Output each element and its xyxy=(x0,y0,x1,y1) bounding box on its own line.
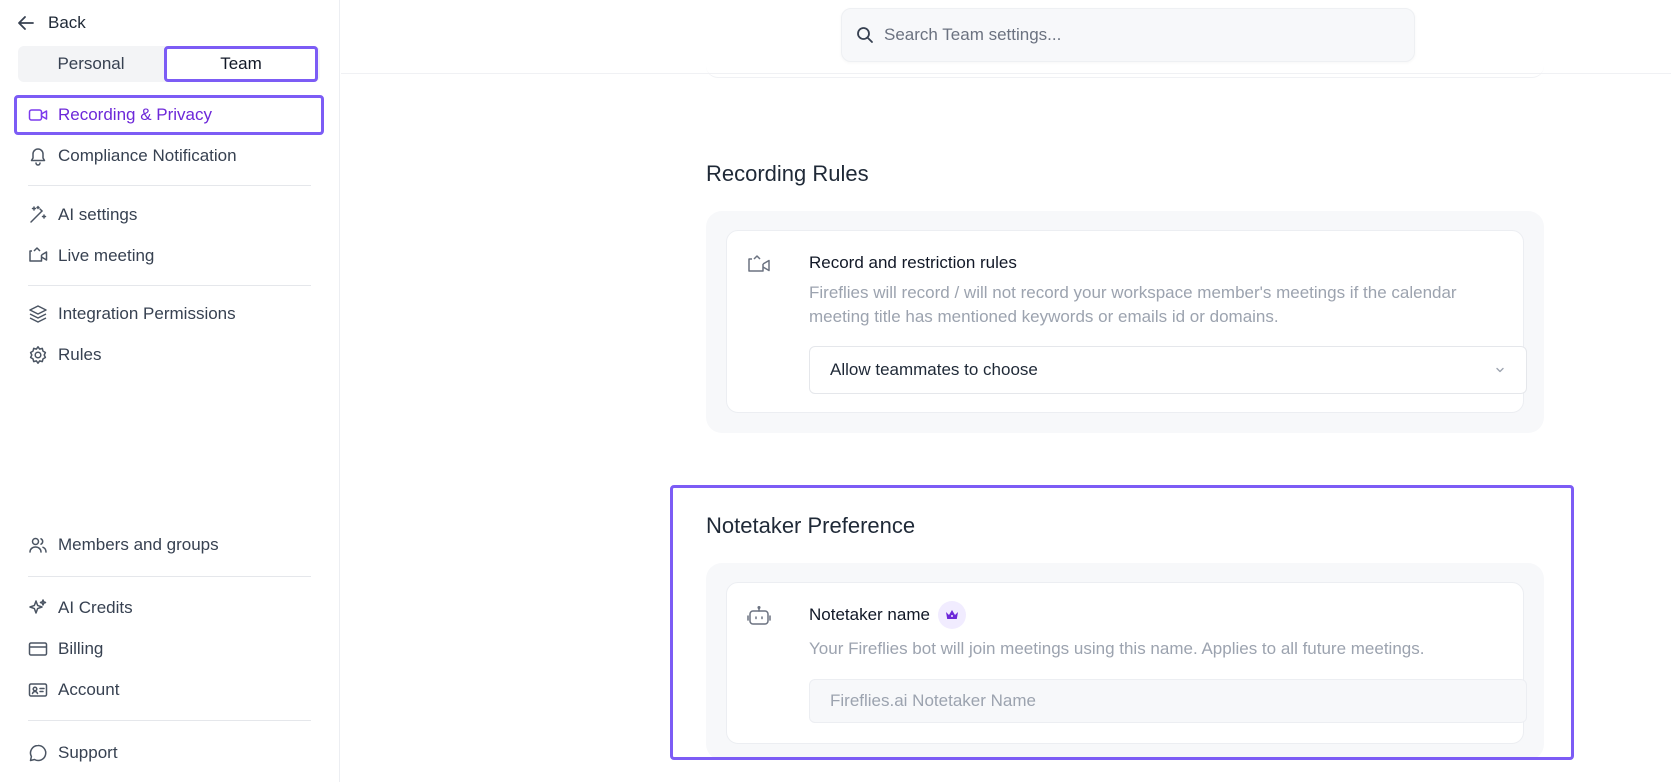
recording-rules-title: Recording Rules xyxy=(706,161,869,186)
record-restriction-description: Fireflies will record / will not record … xyxy=(809,283,1457,326)
tab-team[interactable]: Team xyxy=(164,46,318,82)
sidebar-divider xyxy=(28,285,311,286)
robot-icon xyxy=(747,605,771,627)
chat-bubble-icon xyxy=(28,743,48,763)
sparkle-icon xyxy=(28,598,48,618)
settings-scope-tabs: Personal Team xyxy=(18,46,320,82)
notetaker-name-input[interactable] xyxy=(809,679,1527,723)
sidebar-item-label: Integration Permissions xyxy=(58,304,236,323)
sidebar-item-compliance-notification[interactable]: Compliance Notification xyxy=(14,136,324,176)
sidebar-item-label: Recording & Privacy xyxy=(58,105,213,124)
live-video-icon xyxy=(28,246,48,266)
sidebar-item-label: AI settings xyxy=(58,205,138,224)
sidebar-item-billing[interactable]: Billing xyxy=(14,629,324,669)
app-window: Back Personal Team Recording & Privacy C… xyxy=(0,0,1671,782)
sidebar-item-label: Members and groups xyxy=(58,535,219,554)
premium-badge xyxy=(937,601,966,629)
video-camera-icon xyxy=(28,105,48,125)
record-restriction-card: Record and restriction rules Fireflies w… xyxy=(726,230,1527,413)
previous-card-edge xyxy=(706,58,1544,78)
gear-icon xyxy=(28,345,48,365)
sidebar-item-rules[interactable]: Rules xyxy=(14,335,324,375)
sidebar: Back Personal Team Recording & Privacy C… xyxy=(0,0,340,782)
layers-icon xyxy=(28,304,48,324)
sidebar-item-label: Live meeting xyxy=(58,246,155,265)
sidebar-item-members-groups[interactable]: Members and groups xyxy=(14,525,324,565)
tab-personal[interactable]: Personal xyxy=(18,46,164,82)
sidebar-divider xyxy=(28,576,311,577)
sidebar-item-support[interactable]: Support xyxy=(14,733,324,773)
notetaker-name-card: Notetaker name Your Fireflies bot will j… xyxy=(726,582,1527,744)
sidebar-item-label: AI Credits xyxy=(58,598,133,617)
arrow-left-icon xyxy=(16,13,36,33)
sidebar-divider xyxy=(28,720,311,721)
select-value: Allow teammates to choose xyxy=(830,360,1038,379)
back-label: Back xyxy=(48,13,86,32)
id-card-icon xyxy=(28,680,48,700)
live-video-icon xyxy=(747,253,771,275)
sidebar-item-recording-privacy[interactable]: Recording & Privacy xyxy=(14,95,324,135)
credit-card-icon xyxy=(28,639,48,659)
sidebar-item-label: Account xyxy=(58,680,120,699)
search-icon xyxy=(856,26,874,44)
recording-rule-select[interactable]: Allow teammates to choose xyxy=(809,346,1527,394)
chevron-down-icon xyxy=(1494,364,1506,376)
back-button[interactable]: Back xyxy=(16,10,86,36)
sidebar-item-label: Compliance Notification xyxy=(58,146,237,165)
sidebar-divider xyxy=(28,185,311,186)
sidebar-item-live-meeting[interactable]: Live meeting xyxy=(14,236,324,276)
sidebar-item-integration-permissions[interactable]: Integration Permissions xyxy=(14,294,324,334)
search-box[interactable] xyxy=(841,8,1415,62)
notetaker-name-title: Notetaker name xyxy=(809,601,966,629)
sidebar-item-ai-settings[interactable]: AI settings xyxy=(14,195,324,235)
record-restriction-title: Record and restriction rules xyxy=(809,253,1017,273)
sidebar-item-account[interactable]: Account xyxy=(14,670,324,710)
crown-icon xyxy=(945,609,959,621)
search-input[interactable] xyxy=(884,25,1384,45)
bell-icon xyxy=(28,146,48,166)
magic-wand-icon xyxy=(28,205,48,225)
notetaker-name-description: Your Fireflies bot will join meetings us… xyxy=(809,639,1425,658)
users-icon xyxy=(28,535,48,555)
card-title-text: Record and restriction rules xyxy=(809,253,1017,272)
recording-rules-section: Record and restriction rules Fireflies w… xyxy=(706,211,1544,433)
sidebar-item-label: Rules xyxy=(58,345,102,364)
notetaker-preference-title: Notetaker Preference xyxy=(706,513,916,538)
sidebar-item-label: Billing xyxy=(58,639,104,658)
sidebar-item-ai-credits[interactable]: AI Credits xyxy=(14,588,324,628)
sidebar-item-label: Support xyxy=(58,743,118,762)
notetaker-preference-section: Notetaker name Your Fireflies bot will j… xyxy=(706,563,1544,760)
card-title-text: Notetaker name xyxy=(809,605,930,624)
